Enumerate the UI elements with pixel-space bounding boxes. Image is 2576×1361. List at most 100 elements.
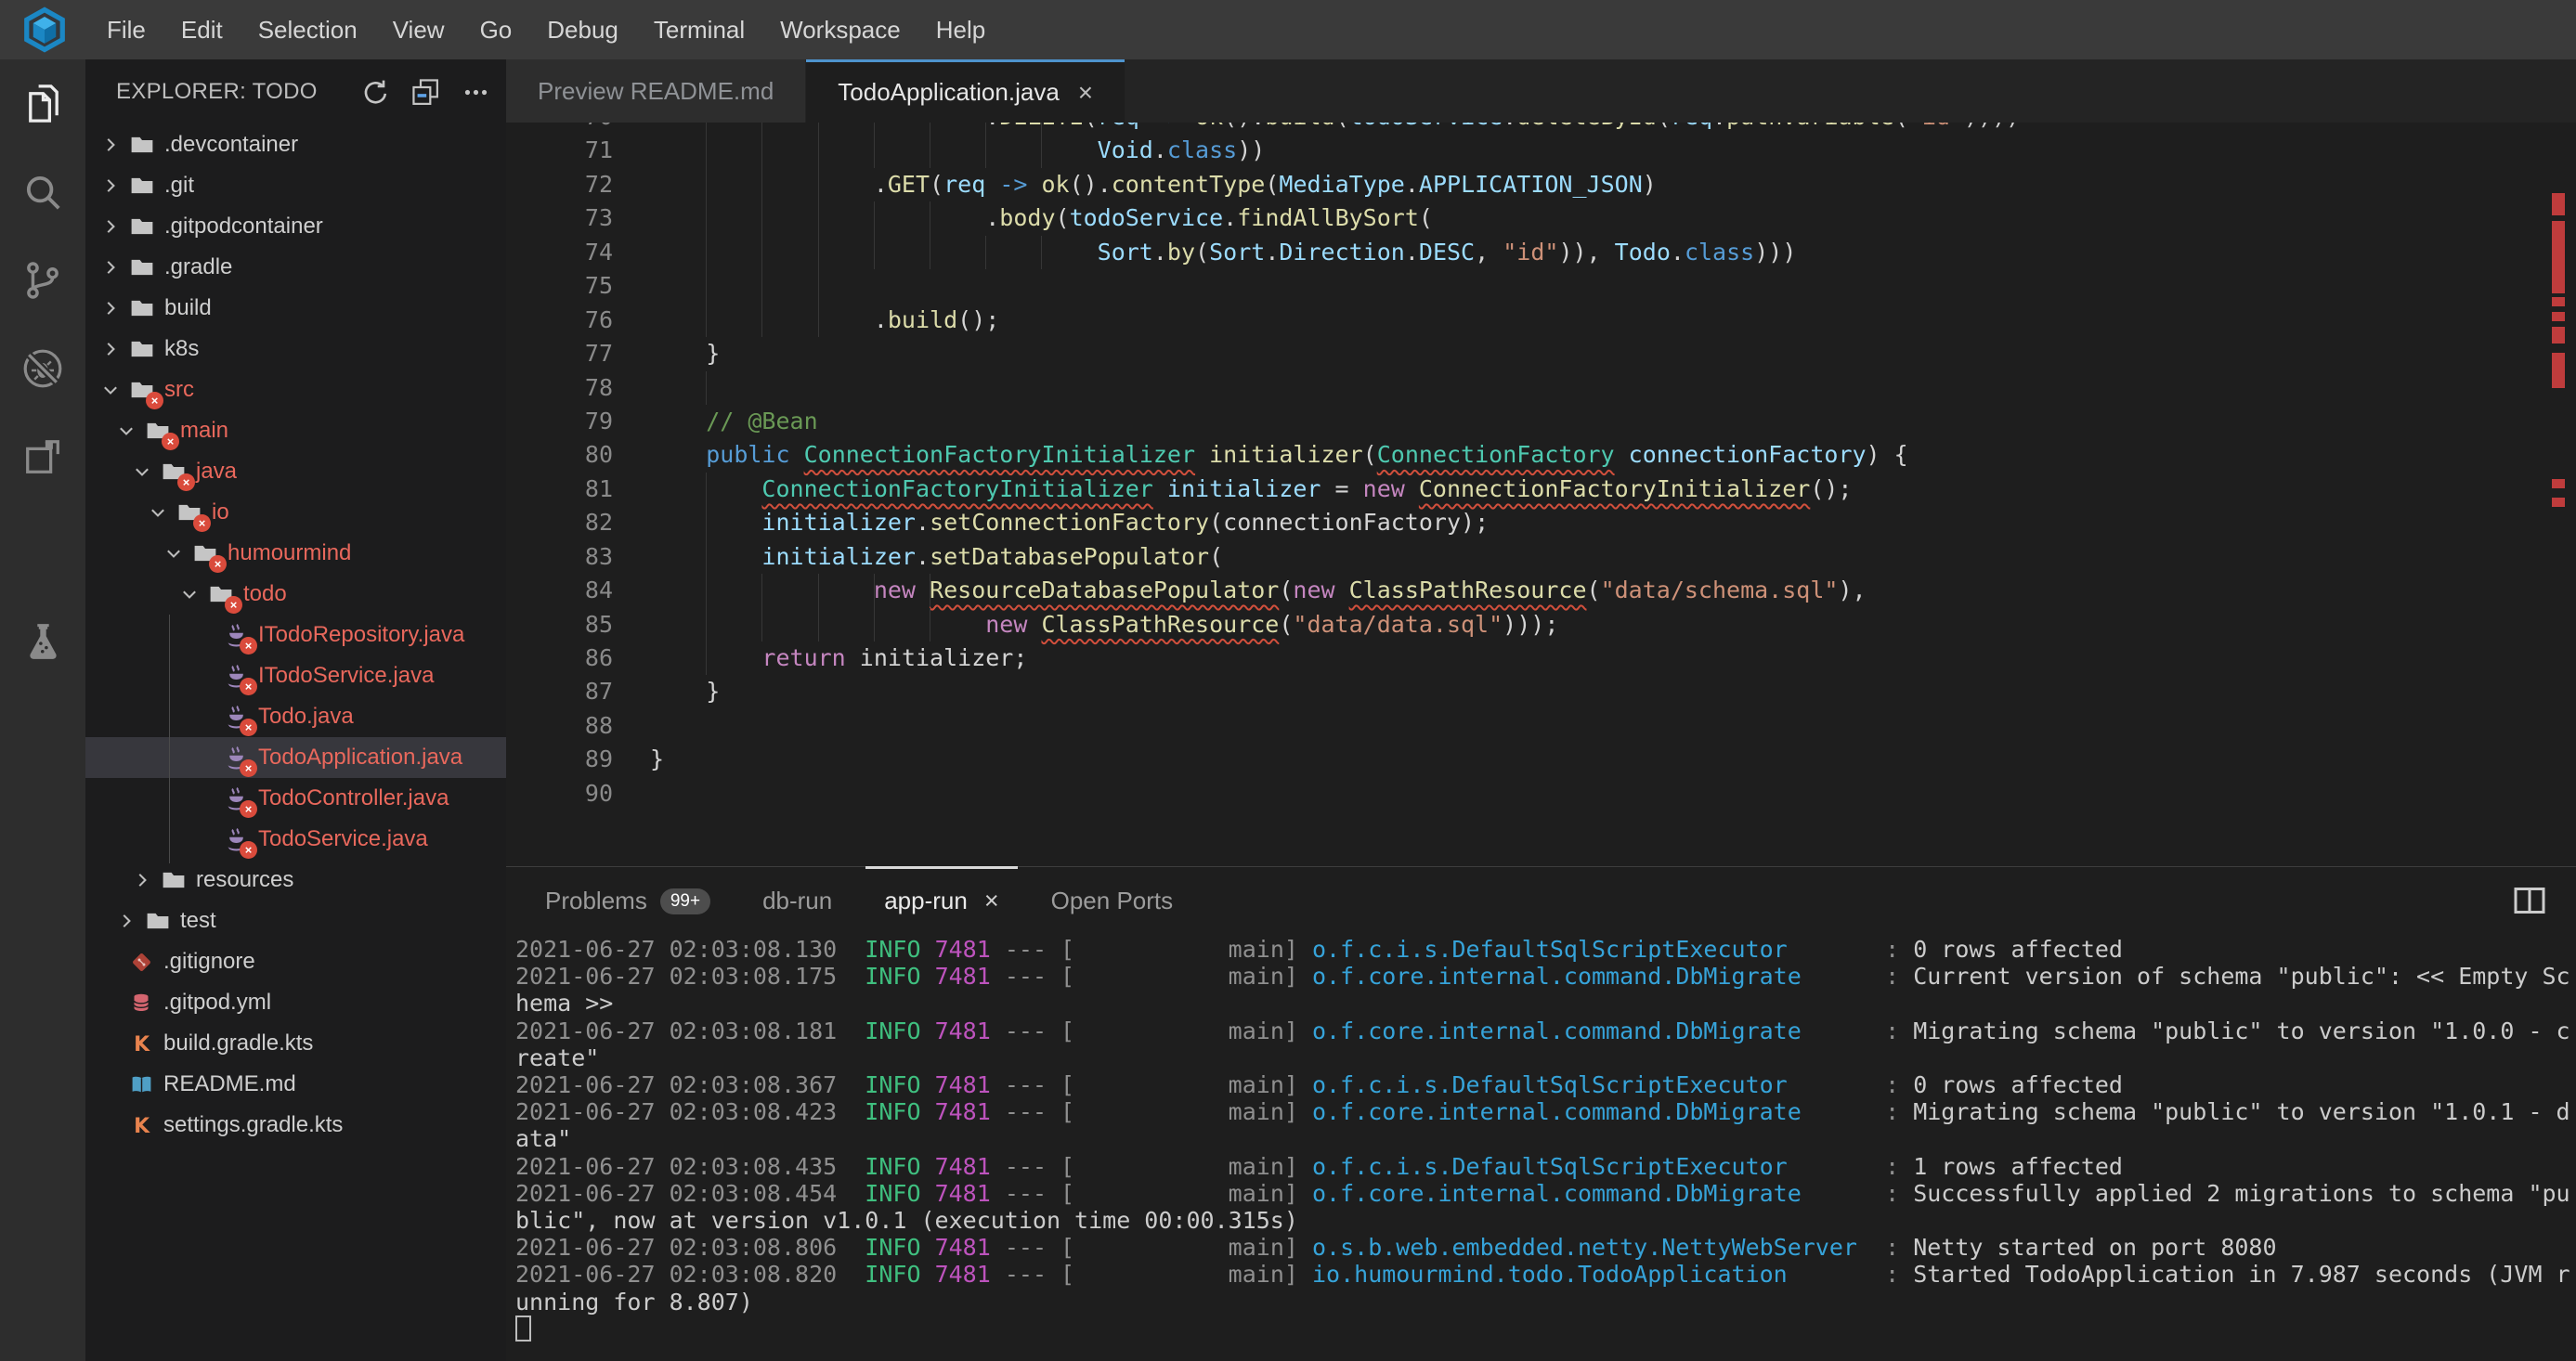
error-mark	[2552, 312, 2565, 321]
tree-item-label: .gitpod.yml	[163, 990, 271, 1016]
split-terminal-icon[interactable]	[2511, 882, 2548, 919]
tree-item-readme-md[interactable]: README.md	[85, 1064, 506, 1105]
tree-item-label: TodoService.java	[258, 826, 428, 852]
code-line-86: 86 return initializer;	[506, 642, 2552, 675]
terminal-output[interactable]: 2021-06-27 02:03:08.130 INFO 7481 --- [ …	[515, 936, 2576, 1361]
chevron-down-icon[interactable]	[116, 421, 137, 441]
editor-group: Preview README.md TodoApplication.java× 7…	[506, 59, 2576, 1361]
chevron-down-icon[interactable]	[100, 380, 121, 400]
activity-search-icon[interactable]	[0, 148, 85, 236]
chevron-down-icon[interactable]	[179, 584, 200, 604]
tree-item--gitignore[interactable]: .gitignore	[85, 941, 506, 982]
tree-item-humourmind[interactable]: ×humourmind	[85, 533, 506, 574]
activity-source-control-icon[interactable]	[0, 236, 85, 324]
error-mark	[2552, 221, 2565, 266]
panel-tab-db-run[interactable]: db-run	[736, 867, 858, 935]
tree-item-src[interactable]: ×src	[85, 369, 506, 410]
folder-icon	[129, 295, 155, 321]
tree-item-todo[interactable]: ×todo	[85, 574, 506, 615]
tree-item-todoapplication-java[interactable]: ×TodoApplication.java	[85, 737, 506, 778]
tree-item-label: .gitpodcontainer	[164, 214, 323, 240]
terminal-log-row: 2021-06-27 02:03:08.130 INFO 7481 --- [ …	[515, 936, 2576, 963]
line-number: 89	[506, 743, 613, 776]
tree-item-build[interactable]: build	[85, 288, 506, 329]
code-editor[interactable]: 70 .DELETE(req -> ok().build(todoService…	[506, 123, 2552, 867]
chevron-right-icon[interactable]	[100, 339, 121, 359]
menu-item-edit[interactable]: Edit	[163, 16, 241, 45]
close-icon[interactable]: ×	[1078, 80, 1093, 106]
code-line-75: 75	[506, 269, 2552, 303]
tree-item-todocontroller-java[interactable]: ×TodoController.java	[85, 778, 506, 819]
chevron-right-icon[interactable]	[100, 298, 121, 318]
editor-tab-preview-readme-md[interactable]: Preview README.md	[506, 59, 805, 123]
activity-debug-icon[interactable]	[0, 324, 85, 412]
gitpod-logo-icon[interactable]	[0, 0, 89, 59]
svg-text:K: K	[134, 1032, 150, 1055]
chevron-right-icon[interactable]	[100, 216, 121, 237]
refresh-icon[interactable]	[359, 76, 391, 108]
activity-explorer-files-icon[interactable]	[0, 59, 85, 148]
editor-tab-todoapplication-java[interactable]: TodoApplication.java×	[806, 59, 1125, 123]
error-mark	[2552, 193, 2565, 215]
kts-icon: K	[128, 1112, 154, 1138]
menu-item-workspace[interactable]: Workspace	[762, 16, 918, 45]
tree-item-label: todo	[243, 581, 287, 607]
editor-tab-label: Preview README.md	[538, 77, 774, 106]
tree-item--gitpodcontainer[interactable]: .gitpodcontainer	[85, 206, 506, 247]
close-icon[interactable]: ×	[984, 887, 999, 915]
line-number: 85	[506, 608, 613, 642]
tree-item--git[interactable]: .git	[85, 165, 506, 206]
code-line-81: 81 ConnectionFactoryInitializer initiali…	[506, 473, 2552, 506]
activity-plugins-icon[interactable]	[0, 412, 85, 500]
menu-item-debug[interactable]: Debug	[529, 16, 636, 45]
code-line-74: 74 Sort.by(Sort.Direction.DESC, "id")), …	[506, 236, 2552, 269]
error-mark	[2552, 353, 2565, 388]
chevron-right-icon[interactable]	[116, 911, 137, 931]
folder-icon	[129, 173, 155, 199]
terminal-log-row: unning for 8.807)	[515, 1289, 2576, 1316]
panel-tab-open-ports[interactable]: Open Ports	[1025, 867, 1200, 935]
tree-item-k8s[interactable]: k8s	[85, 329, 506, 369]
tree-item-resources[interactable]: resources	[85, 860, 506, 901]
tree-item-todoservice-java[interactable]: ×TodoService.java	[85, 819, 506, 860]
menu-item-file[interactable]: File	[89, 16, 163, 45]
chevron-down-icon[interactable]	[132, 461, 152, 482]
tree-item-main[interactable]: ×main	[85, 410, 506, 451]
tree-item-build-gradle-kts[interactable]: Kbuild.gradle.kts	[85, 1023, 506, 1064]
overview-ruler[interactable]	[2552, 123, 2576, 867]
error-badge: ×	[193, 514, 211, 532]
tree-item-settings-gradle-kts[interactable]: Ksettings.gradle.kts	[85, 1105, 506, 1146]
menu-item-view[interactable]: View	[375, 16, 462, 45]
file-tree[interactable]: .devcontainer.git .gitpodcontainer .gradle…	[85, 124, 506, 1361]
code-line-89: 89}	[506, 743, 2552, 776]
tree-item--gitpod-yml[interactable]: .gitpod.yml	[85, 982, 506, 1023]
tree-item-todo-java[interactable]: ×Todo.java	[85, 696, 506, 737]
panel-tab-app-run[interactable]: app-run×	[858, 867, 1024, 935]
tree-item-test[interactable]: test	[85, 901, 506, 941]
collapse-all-icon[interactable]	[410, 76, 441, 108]
error-badge: ×	[240, 841, 257, 859]
tree-item--devcontainer[interactable]: .devcontainer	[85, 124, 506, 165]
chevron-right-icon[interactable]	[100, 175, 121, 196]
chevron-down-icon[interactable]	[163, 543, 184, 564]
chevron-right-icon[interactable]	[132, 870, 152, 890]
panel-tab-problems[interactable]: Problems99+	[519, 867, 736, 935]
tree-item--gradle[interactable]: .gradle	[85, 247, 506, 288]
tree-item-itodoservice-java[interactable]: ×ITodoService.java	[85, 655, 506, 696]
chevron-right-icon[interactable]	[100, 257, 121, 278]
tree-item-java[interactable]: ×java	[85, 451, 506, 492]
menu-item-help[interactable]: Help	[918, 16, 1003, 45]
chevron-right-icon[interactable]	[100, 135, 121, 155]
line-number: 73	[506, 201, 613, 235]
menu-item-selection[interactable]: Selection	[241, 16, 375, 45]
tree-item-io[interactable]: ×io	[85, 492, 506, 533]
activity-tests-flask-icon[interactable]	[0, 597, 85, 685]
tree-item-itodorepository-java[interactable]: ×ITodoRepository.java	[85, 615, 506, 655]
tree-item-label: .gradle	[164, 254, 232, 280]
more-actions-icon[interactable]	[460, 76, 491, 108]
menu-item-go[interactable]: Go	[462, 16, 530, 45]
menu-item-terminal[interactable]: Terminal	[636, 16, 762, 45]
error-badge: ×	[146, 392, 163, 409]
chevron-down-icon[interactable]	[148, 502, 168, 523]
folder-icon	[145, 908, 171, 934]
